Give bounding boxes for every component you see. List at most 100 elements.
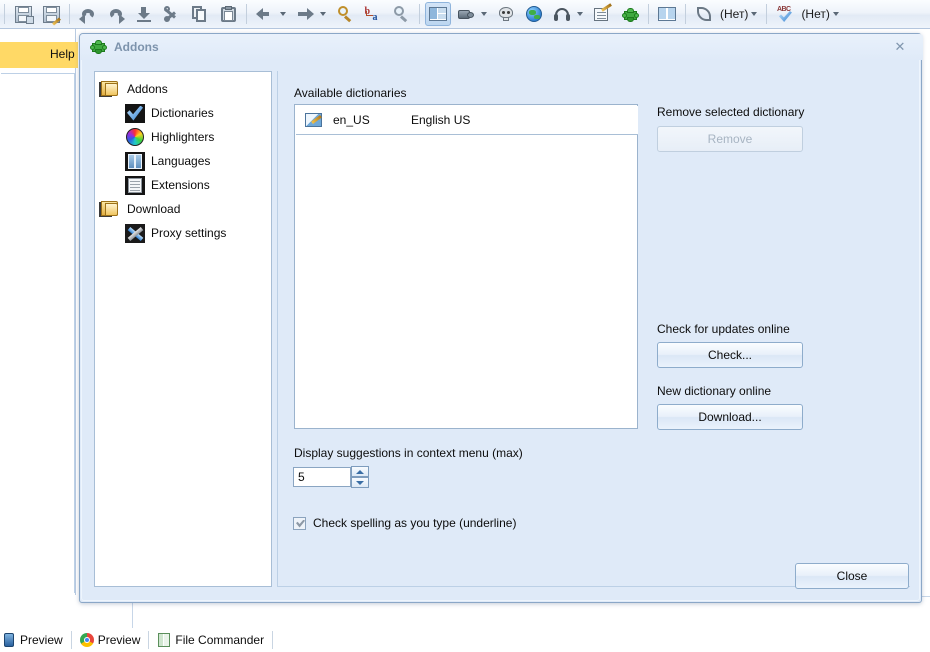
tree-item-highlighters[interactable]: Highlighters: [95, 125, 271, 149]
style-dropdown-caret[interactable]: [751, 12, 758, 16]
copy-icon[interactable]: [187, 2, 213, 26]
spellcheck-dropdown-caret[interactable]: [832, 12, 839, 16]
book-icon: [125, 151, 145, 171]
remove-button[interactable]: Remove: [657, 126, 803, 152]
feather-icon: [691, 2, 717, 26]
help-bar-label: Help: [50, 47, 75, 61]
zoom-icon[interactable]: [388, 2, 414, 26]
suggestions-stepper[interactable]: [351, 466, 369, 488]
suggestions-label: Display suggestions in context menu (max…: [294, 446, 523, 460]
available-dictionaries-label: Available dictionaries: [294, 86, 407, 100]
split-view-icon[interactable]: [654, 2, 680, 26]
toolbar-separator: [685, 4, 686, 24]
dialog-title: Addons: [114, 40, 159, 54]
toolbar-separator: [246, 4, 247, 24]
toolbar-separator: [648, 4, 649, 24]
addons-tree[interactable]: Addons Dictionaries Highlighters Languag…: [94, 71, 272, 587]
tree-item-dictionaries[interactable]: Dictionaries: [95, 101, 271, 125]
status-separator: [272, 631, 274, 649]
stepper-down-icon[interactable]: [351, 477, 369, 488]
tree-item-label: Proxy settings: [151, 226, 227, 240]
status-tab-file-commander[interactable]: File Commander: [149, 629, 272, 651]
main-toolbar: ba (Нет) ABC (Нет): [0, 0, 930, 29]
style-dropdown-label: (Нет): [720, 7, 749, 21]
pane-divider: [277, 71, 278, 587]
tools-icon: [125, 223, 145, 243]
spellcheck-abc-icon: ABC: [772, 2, 798, 26]
tree-item-languages[interactable]: Languages: [95, 149, 271, 173]
spellcheck-checkbox-row[interactable]: Check spelling as you type (underline): [293, 516, 516, 530]
debug-icon[interactable]: [493, 2, 519, 26]
check-updates-label: Check for updates online: [657, 322, 790, 336]
suggestions-input[interactable]: 5: [293, 467, 351, 487]
tree-item-label: Highlighters: [151, 130, 215, 144]
status-tab-label: Preview: [20, 633, 63, 647]
status-tab-label: File Commander: [175, 633, 265, 647]
redo-icon[interactable]: [103, 2, 129, 26]
tree-item-extensions[interactable]: Extensions: [95, 173, 271, 197]
download-icon[interactable]: [131, 2, 157, 26]
stepper-up-icon[interactable]: [351, 466, 369, 477]
spellcheck-dropdown[interactable]: ABC (Нет): [771, 2, 843, 26]
tree-item-download[interactable]: Download: [95, 197, 271, 221]
addons-icon[interactable]: [617, 2, 643, 26]
toolbar-separator: [766, 4, 768, 24]
replace-icon[interactable]: ba: [360, 2, 386, 26]
toolbar-separator: [69, 4, 70, 24]
tree-item-label: Download: [127, 202, 181, 216]
left-sidebar-inner: [1, 73, 75, 593]
cut-icon[interactable]: [159, 2, 185, 26]
webcam-dropdown-caret[interactable]: [481, 12, 487, 16]
notes-icon[interactable]: [589, 2, 615, 26]
forward-icon[interactable]: [292, 2, 318, 26]
tree-item-proxy-settings[interactable]: Proxy settings: [95, 221, 271, 245]
save-edit-icon[interactable]: [38, 2, 64, 26]
close-button[interactable]: Close: [795, 563, 909, 589]
close-icon[interactable]: ✕: [891, 39, 909, 55]
colorwheel-icon: [125, 127, 145, 147]
toolbar-separator: [4, 4, 5, 24]
status-tab-label: Preview: [97, 633, 141, 647]
file-commander-icon: [157, 633, 171, 647]
tree-item-label: Addons: [127, 82, 168, 96]
browser-icon[interactable]: [521, 2, 547, 26]
check-button[interactable]: Check...: [657, 342, 803, 368]
back-dropdown-caret[interactable]: [280, 12, 286, 16]
tree-item-label: Dictionaries: [151, 106, 214, 120]
save-as-icon[interactable]: [10, 2, 36, 26]
chrome-icon: [79, 633, 94, 647]
headset-dropdown-caret[interactable]: [577, 12, 583, 16]
dictionary-code: en_US: [333, 113, 370, 127]
status-tab-preview-2[interactable]: Preview: [72, 629, 149, 651]
tree-item-label: Extensions: [151, 178, 210, 192]
addons-dialog: Addons ✕ Addons Dictionaries Highlighter…: [79, 33, 923, 603]
document-icon: [125, 175, 145, 195]
undo-icon[interactable]: [75, 2, 101, 26]
suggestions-value: 5: [298, 470, 305, 484]
dictionaries-listbox[interactable]: en_US English US: [294, 104, 638, 429]
list-item[interactable]: en_US English US: [296, 106, 638, 135]
status-bar: Preview Preview File Commander: [0, 628, 930, 652]
spellcheck-dropdown-label: (Нет): [801, 7, 830, 21]
style-dropdown[interactable]: (Нет): [690, 2, 762, 26]
headset-icon[interactable]: [549, 2, 575, 26]
forward-dropdown-caret[interactable]: [320, 12, 326, 16]
find-icon[interactable]: [332, 2, 358, 26]
folder-icon: [99, 199, 121, 219]
back-icon[interactable]: [252, 2, 278, 26]
dictionary-icon: [305, 112, 322, 128]
folder-icon: [99, 79, 121, 99]
status-tab-preview-1[interactable]: Preview: [0, 629, 71, 651]
webcam-icon[interactable]: [453, 2, 479, 26]
check-icon: [125, 103, 145, 123]
tree-item-label: Languages: [151, 154, 211, 168]
dictionary-name: English US: [411, 113, 471, 127]
paste-icon[interactable]: [215, 2, 241, 26]
dialog-titlebar[interactable]: Addons ✕: [80, 34, 923, 60]
layout-panes-icon[interactable]: [425, 2, 451, 26]
new-dictionary-label: New dictionary online: [657, 384, 772, 398]
puzzle-icon: [90, 39, 107, 54]
download-button[interactable]: Download...: [657, 404, 803, 430]
spellcheck-checkbox[interactable]: [293, 516, 306, 530]
tree-item-addons[interactable]: Addons: [95, 77, 271, 101]
